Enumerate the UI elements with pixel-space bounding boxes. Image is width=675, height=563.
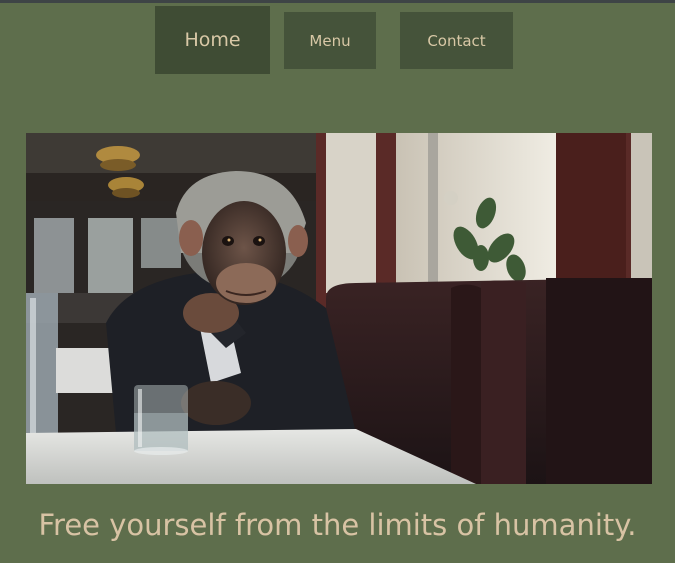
hero-illustration (26, 133, 652, 484)
hero-image (26, 133, 652, 484)
main-nav: Home Menu Contact (0, 0, 675, 80)
nav-contact-button[interactable]: Contact (400, 12, 513, 69)
nav-home-button[interactable]: Home (155, 6, 270, 74)
nav-menu-button[interactable]: Menu (284, 12, 376, 69)
hero-tagline: Free yourself from the limits of humanit… (38, 508, 637, 542)
